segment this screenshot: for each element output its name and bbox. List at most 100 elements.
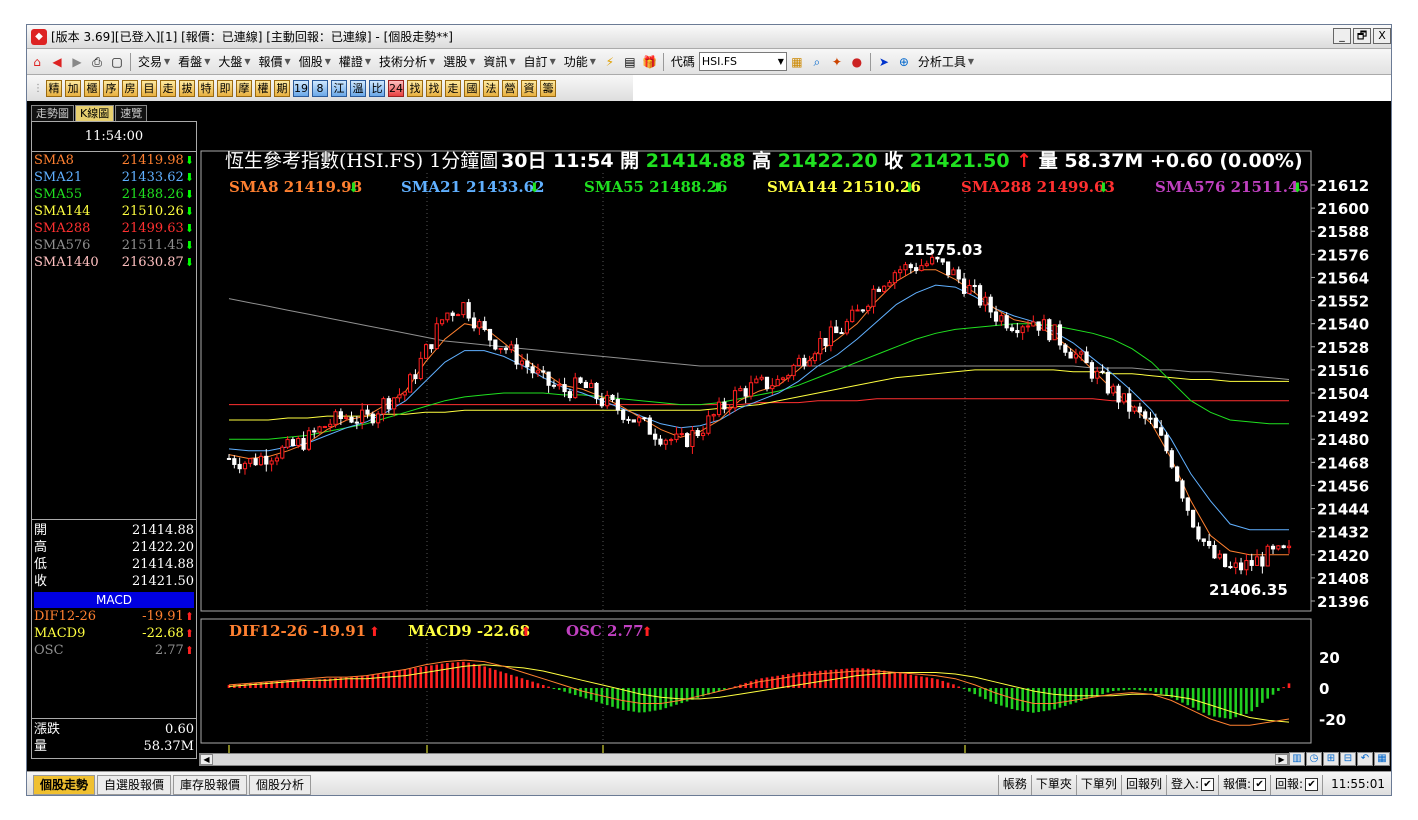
tab-watchlist[interactable]: 自選股報價 (97, 774, 172, 795)
quick-button-2[interactable]: 櫃 (84, 79, 100, 97)
quick-button-3[interactable]: 序 (103, 79, 119, 97)
accounts-button[interactable]: 帳務 (997, 774, 1031, 795)
candle-body (1084, 351, 1089, 364)
arrow-up-icon: ⬆ (184, 610, 194, 623)
indicator-icon[interactable]: ▥ (1289, 752, 1305, 766)
scroll-left-icon[interactable]: ◀ (200, 754, 213, 765)
quick-button-4[interactable]: 房 (122, 79, 138, 97)
order-bar-button[interactable]: 下單列 (1075, 774, 1121, 795)
code-input[interactable]: HSI.FS ▼ (698, 52, 787, 71)
quick-button-21[interactable]: 走 (445, 79, 461, 97)
quick-button-7[interactable]: 拔 (179, 79, 195, 97)
menu-item-5[interactable]: 權證 ▼ (335, 53, 375, 70)
menu-item-8[interactable]: 資訊 ▼ (479, 53, 519, 70)
menu-item-2[interactable]: 大盤 ▼ (214, 53, 254, 70)
candle-body (908, 264, 913, 269)
analysis-tools-menu[interactable]: 分析工具 ▼ (914, 53, 978, 70)
menu-item-10[interactable]: 功能 ▼ (560, 53, 600, 70)
quick-button-16[interactable]: 溫 (350, 79, 366, 97)
candle-body (615, 399, 620, 411)
quick-button-13[interactable]: 19 (293, 79, 309, 97)
candle-body (855, 309, 860, 312)
chart-scrollbar[interactable]: ◀ ▶ (199, 753, 1289, 766)
quick-button-0[interactable]: 精 (46, 79, 62, 97)
undo-icon[interactable]: ↶ (1357, 752, 1373, 766)
menu-item-6[interactable]: 技術分析 ▼ (375, 53, 439, 70)
zoom-out-icon[interactable]: ⊟ (1340, 752, 1356, 766)
quick-button-1[interactable]: 加 (65, 79, 81, 97)
quick-button-18[interactable]: 24 (388, 79, 404, 97)
quick-button-11[interactable]: 權 (255, 79, 271, 97)
zoom-icon[interactable]: ⊕ (896, 54, 912, 70)
minimize-button[interactable]: _ (1333, 28, 1351, 44)
star-icon[interactable]: ✦ (829, 54, 845, 70)
scroll-right-icon[interactable]: ▶ (1275, 754, 1288, 765)
close-button[interactable]: X (1373, 28, 1391, 44)
palette-icon[interactable]: ● (849, 54, 865, 70)
chevron-down-icon: ▼ (549, 57, 556, 66)
print-icon[interactable]: ⎙ (89, 54, 105, 70)
window-icon[interactable]: ▢ (109, 54, 125, 70)
osc-bar (749, 681, 753, 688)
candle-body (498, 347, 503, 350)
tab-stock-trend[interactable]: 個股走勢 (33, 774, 96, 795)
login-checkbox[interactable]: ✔ (1201, 777, 1214, 791)
restore-button[interactable]: 🗗 (1353, 28, 1371, 44)
search-icon[interactable]: ⌕ (809, 54, 825, 70)
candle-body (471, 317, 477, 329)
report-bar-button[interactable]: 回報列 (1120, 774, 1166, 795)
quick-button-20[interactable]: 找 (426, 79, 442, 97)
quick-button-10[interactable]: 摩 (236, 79, 252, 97)
quick-button-17[interactable]: 比 (369, 79, 385, 97)
report-checkbox[interactable]: ✔ (1305, 777, 1319, 791)
menu-item-0[interactable]: 交易 ▼ (134, 53, 174, 70)
tab-overview[interactable]: 速覽 (115, 105, 148, 121)
back-icon[interactable]: ◀ (49, 54, 65, 70)
tab-inventory[interactable]: 庫存股報價 (173, 774, 248, 795)
kline-chart[interactable]: 恆生參考指數(HSI.FS) 1分鐘圖 30日 11:54 開 21414.88 … (199, 127, 1392, 759)
menu-item-9[interactable]: 自訂 ▼ (520, 53, 560, 70)
cursor-icon[interactable]: ➤ (876, 54, 892, 70)
chart-area[interactable]: 恆生參考指數(HSI.FS) 1分鐘圖 30日 11:54 開 21414.88 … (199, 127, 1392, 759)
quick-button-15[interactable]: 江 (331, 79, 347, 97)
tab-trend[interactable]: 走勢圖 (31, 105, 74, 121)
menu-item-1[interactable]: 看盤 ▼ (174, 53, 214, 70)
clock-icon[interactable]: ◷ (1306, 752, 1322, 766)
chevron-down-icon[interactable]: ▼ (778, 53, 784, 70)
tab-kline[interactable]: K線圖 (75, 105, 115, 121)
settings-icon[interactable]: ▦ (1374, 752, 1390, 766)
zoom-in-icon[interactable]: ⊞ (1323, 752, 1339, 766)
menu-item-7[interactable]: 選股 ▼ (439, 53, 479, 70)
order-folder-button[interactable]: 下單夾 (1030, 774, 1076, 795)
macd-row: MACD9 -22.68 ⬆ (32, 625, 196, 642)
chart-icon[interactable]: ▦ (789, 54, 805, 70)
menu-bar: ⌂ ◀ ▶ ⎙ ▢ 交易 ▼ 看盤 ▼ 大盤 ▼ 報價 ▼ 個股 ▼ 權證 ▼ 技術分析 ▼ 選股 ▼ 資訊 ▼ 自… (27, 49, 1391, 75)
notepad-icon[interactable]: ▤ (622, 54, 638, 70)
quick-button-22[interactable]: 國 (464, 79, 480, 97)
candle-body (519, 360, 525, 365)
quick-button-19[interactable]: 找 (407, 79, 423, 97)
quick-button-14[interactable]: 8 (312, 79, 328, 97)
home-icon[interactable]: ⌂ (29, 54, 45, 70)
quick-button-5[interactable]: 目 (141, 79, 157, 97)
quick-button-23[interactable]: 法 (483, 79, 499, 97)
candle-body (834, 326, 839, 334)
menu-item-4[interactable]: 個股 ▼ (295, 53, 335, 70)
menu-item-3[interactable]: 報價 ▼ (255, 53, 295, 70)
gift-icon[interactable]: 🎁 (642, 54, 658, 70)
quick-button-8[interactable]: 特 (198, 79, 214, 97)
quick-button-25[interactable]: 資 (521, 79, 537, 97)
grip-handle[interactable]: ⋮ (33, 83, 43, 94)
lightning-icon[interactable]: ⚡ (602, 54, 618, 70)
candle-body (551, 384, 557, 387)
quick-button-26[interactable]: 籌 (540, 79, 556, 97)
candle-body (482, 321, 487, 330)
quote-checkbox[interactable]: ✔ (1253, 777, 1267, 791)
quick-button-24[interactable]: 營 (502, 79, 518, 97)
candle-body (493, 339, 498, 350)
quick-button-12[interactable]: 期 (274, 79, 290, 97)
quick-button-9[interactable]: 即 (217, 79, 233, 97)
forward-icon[interactable]: ▶ (69, 54, 85, 70)
quick-button-6[interactable]: 走 (160, 79, 176, 97)
tab-stock-analysis[interactable]: 個股分析 (249, 774, 312, 795)
